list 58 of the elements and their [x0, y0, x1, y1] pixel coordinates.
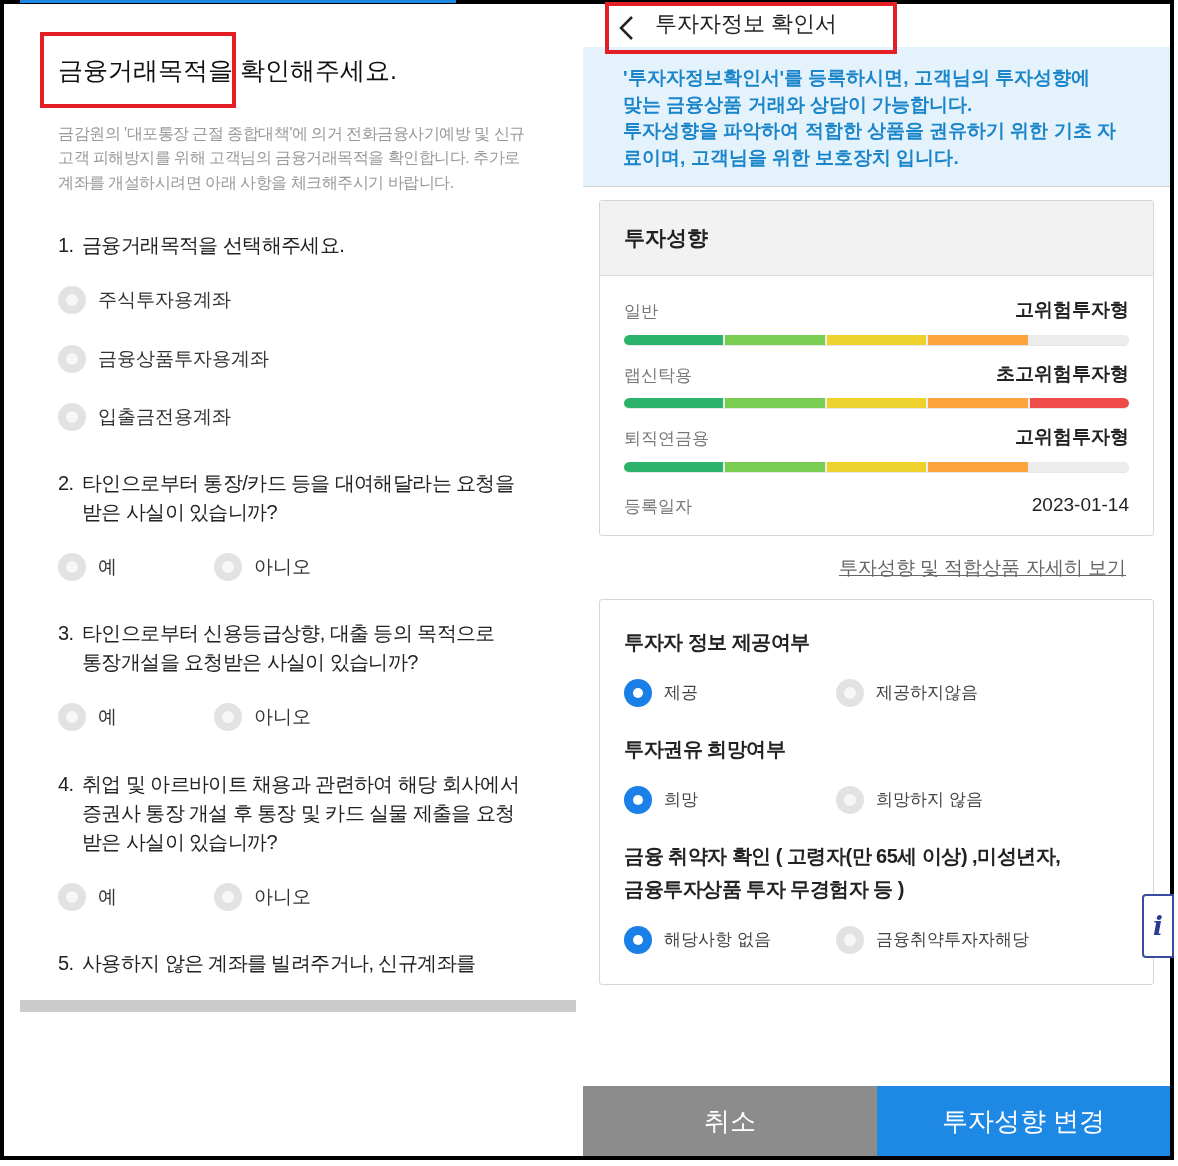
radio-empty-icon — [836, 785, 864, 814]
radio-option[interactable]: 아니오 — [214, 882, 370, 911]
radio-option[interactable]: 예 — [58, 882, 214, 911]
question-text: 4. 취업 및 아르바이트 채용과 관련하여 해당 회사에서 증권사 통장 개설 후 통장 및 카드 실물 제출을 요청 받은 사실이 있습니까? — [58, 771, 521, 855]
section-title: 투자권유 희망여부 — [624, 736, 787, 762]
radio-selected-icon — [624, 785, 652, 814]
radio-empty-icon — [58, 403, 86, 432]
notice-text: 맞는 금융상품 거래와 상담이 가능합니다. — [623, 92, 974, 117]
radio-option[interactable]: 주식투자용계좌 — [58, 286, 583, 315]
radio-option[interactable]: 제공하지않음 — [836, 678, 1048, 707]
radio-empty-icon — [836, 678, 864, 707]
radio-option[interactable]: 해당사항 없음 — [624, 925, 836, 954]
risk-type-value: 초고위험투자형 — [996, 361, 1129, 386]
radio-empty-icon — [58, 286, 86, 315]
radio-option[interactable]: 아니오 — [214, 552, 370, 581]
change-profile-button[interactable]: 투자성향 변경 — [876, 1086, 1170, 1156]
question-text: 2. 타인으로부터 통장/카드 등을 대여해달라는 요청을 받은 사실이 있습니까? — [58, 470, 516, 525]
radio-empty-icon — [58, 552, 86, 581]
radio-option[interactable]: 희망하지 않음 — [836, 785, 1048, 814]
radio-empty-icon — [58, 882, 86, 911]
question-text: 5. 사용하지 않은 계좌를 빌려주거나, 신규계좌를 — [58, 951, 477, 976]
info-tab[interactable]: i — [1142, 894, 1174, 958]
radio-selected-icon — [624, 678, 652, 707]
date-value: 2023-01-14 — [1031, 492, 1129, 517]
question-text: 1. 금융거래목적을 선택해주세요. — [58, 233, 346, 258]
radio-empty-icon — [214, 703, 242, 732]
radio-option[interactable]: 예 — [58, 552, 214, 581]
date-label: 등록일자 — [624, 495, 692, 518]
screen-title: 투자자정보 확인서 — [655, 13, 838, 35]
risk-type-value: 고위험투자형 — [1015, 425, 1129, 449]
radio-option[interactable]: 금융상품투자용계좌 — [58, 344, 583, 373]
account-type-label: 랩신탁용 — [624, 364, 692, 387]
notice-text: 투자성향을 파악하여 적합한 상품을 권유하기 위한 기초 자 — [623, 119, 1117, 143]
detail-link[interactable]: 투자성향 및 적합상품 자세히 보기 — [838, 554, 1126, 583]
radio-empty-icon — [214, 882, 242, 911]
radio-empty-icon — [58, 344, 86, 373]
radio-option[interactable]: 입출금전용계좌 — [58, 403, 583, 432]
radio-empty-icon — [214, 552, 242, 581]
radio-empty-icon — [836, 925, 864, 954]
radio-option[interactable]: 희망 — [624, 785, 836, 814]
risk-type-value: 고위험투자형 — [1015, 298, 1129, 322]
notice-text: 료이며, 고객님을 위한 보호장치 입니다. — [623, 145, 960, 170]
radio-empty-icon — [58, 703, 86, 732]
section-title: 금융 취약자 확인 ( 고령자(만 65세 이상) ,미성년자, 금융투자상품 투자 무경험자 등 ) — [624, 843, 1062, 902]
question-text: 3. 타인으로부터 신용등급상향, 대출 등의 목적으로 통장개설을 요청받은 사실이 있습니까? — [58, 621, 496, 675]
account-type-label: 일반 — [624, 301, 658, 323]
section-title: 투자자 정보 제공여부 — [624, 629, 811, 655]
radio-option[interactable]: 금융취약투자자해당 — [836, 925, 1048, 954]
radio-selected-icon — [624, 925, 652, 954]
notice-text: '투자자정보확인서'를 등록하시면, 고객님의 투자성향에 — [623, 66, 1092, 90]
back-icon[interactable] — [617, 15, 635, 41]
radio-option[interactable]: 예 — [58, 703, 214, 732]
card-title: 투자성향 — [624, 225, 708, 252]
radio-option[interactable]: 제공 — [624, 678, 836, 707]
description-text: 금감원의 '대포통장 근절 종합대책'에 의거 전화금융사기예방 및 신규고객 피해방지를 위해 고객님의 금융거래목적을 확인합니다. 추가로 계좌를 개설하시려면 아래 사항을 체크해주시기 바랍니다. — [58, 123, 526, 193]
page-heading: 금융거래목적을 확인해주세요. — [58, 55, 398, 86]
radio-option[interactable]: 아니오 — [214, 703, 370, 732]
account-type-label: 퇴직연금용 — [624, 428, 709, 450]
